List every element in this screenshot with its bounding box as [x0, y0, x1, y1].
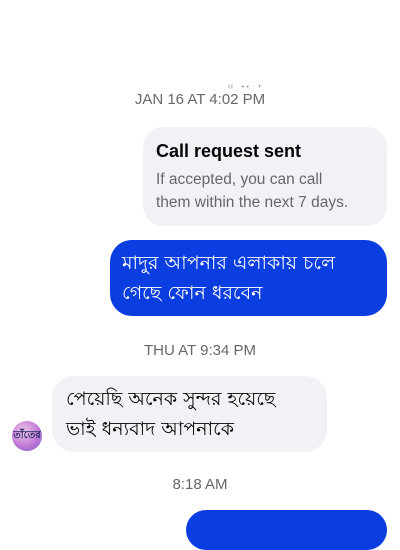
received-message-line2: ভাই ধন্যবাদ আপনাকে [66, 418, 235, 440]
avatar[interactable]: তাঁতের [12, 421, 42, 451]
call-request-body-line1: If accepted, you can call [156, 171, 323, 188]
timestamp-818: 8:18 AM [172, 476, 228, 493]
timestamp-thu: THU AT 9:34 PM [144, 342, 256, 359]
call-request-title: Call request sent [156, 141, 302, 161]
sent-message-bubble-partial[interactable] [186, 510, 387, 550]
overlay-glyphs: ᑊᑊ ᕀᐩ ᐪ [228, 84, 263, 95]
avatar-label: তাঁতের [13, 429, 41, 441]
call-request-body-line2: them within the next 7 days. [156, 194, 349, 211]
sent-message-line2: গেছে ফোন ধরবেন [122, 282, 263, 304]
timestamp-jan16: JAN 16 AT 4:02 PM [134, 91, 266, 108]
sent-message-line1: মাদুর আপনার এলাকায় চলে [122, 252, 336, 274]
received-message-bubble[interactable]: পেয়েছি অনেক সুন্দর হয়েছে ভাই ধন্যবাদ আ… [52, 376, 327, 452]
call-request-body: If accepted, you can call them within th… [156, 168, 375, 214]
call-request-card[interactable]: Call request sent If accepted, you can c… [143, 127, 387, 226]
received-message-line1: পেয়েছি অনেক সুন্দর হয়েছে [66, 388, 276, 410]
sent-message-bubble[interactable]: মাদুর আপনার এলাকায় চলে গেছে ফোন ধরবেন [110, 240, 387, 316]
